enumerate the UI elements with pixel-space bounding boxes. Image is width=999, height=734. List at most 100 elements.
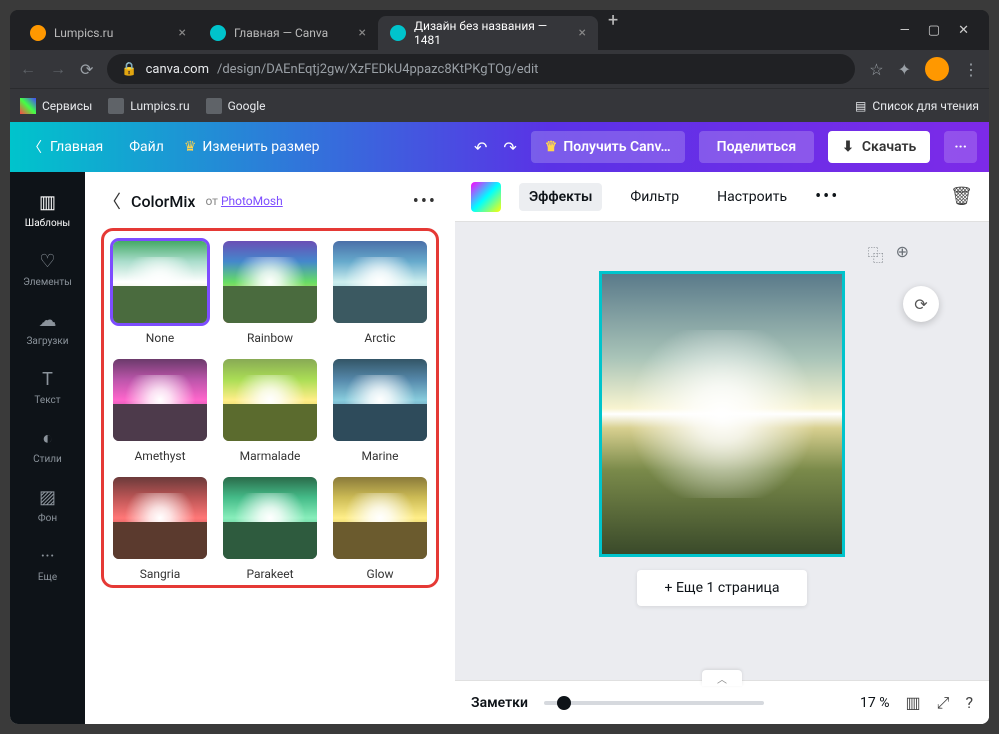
close-icon[interactable]: ×	[579, 25, 586, 41]
rail-label: Фон	[38, 513, 57, 524]
tab-title: Дизайн без названия — 1481	[414, 19, 571, 47]
fullscreen-icon[interactable]: ⤢	[937, 693, 950, 713]
canvas-stage[interactable]: ⿻ ⊕ ⟳ + Еще 1 страница	[455, 222, 989, 680]
crown-icon: ♛	[545, 139, 558, 155]
side-rail: ▥Шаблоны♡Элементы☁ЗагрузкиTТекст ◐ Стили ▨Ф…	[10, 172, 85, 724]
zoom-slider[interactable]	[544, 701, 844, 705]
notes-button[interactable]: Заметки	[471, 695, 528, 711]
effect-thumbnail	[113, 359, 207, 441]
favicon	[390, 25, 406, 41]
effect-parakeet[interactable]: Parakeet	[222, 477, 318, 581]
browser-tab-active[interactable]: Дизайн без названия — 1481 ×	[378, 16, 598, 50]
bookmark-google[interactable]: Google	[206, 98, 266, 114]
extensions-icon[interactable]: ✦	[898, 60, 911, 79]
effect-marmalade[interactable]: Marmalade	[222, 359, 318, 463]
trash-icon[interactable]: 🗑	[950, 186, 973, 207]
effect-marine[interactable]: Marine	[332, 359, 428, 463]
filter-tab[interactable]: Фильтр	[620, 183, 689, 211]
effect-label: None	[146, 331, 174, 345]
duplicate-page-icon[interactable]: ⿻	[868, 242, 884, 266]
resize-button[interactable]: ♛Изменить размер	[184, 139, 320, 155]
add-page-button[interactable]: + Еще 1 страница	[637, 570, 808, 606]
chevron-left-icon: 〈	[28, 137, 42, 157]
effect-sangria[interactable]: Sangria	[112, 477, 208, 581]
rail-item-элементы[interactable]: ♡Элементы	[10, 239, 85, 298]
effect-label: Marine	[362, 449, 399, 463]
panel-back-button[interactable]: 〈	[103, 188, 121, 214]
address-bar[interactable]: 🔒 canva.com/design/DAEnEqtj2gw/XzFEDkU4p…	[107, 54, 855, 84]
new-tab-button[interactable]: +	[598, 10, 628, 50]
forward-icon[interactable]: →	[50, 59, 66, 79]
canvas-footer: Заметки 17 % ▥ ⤢ ?	[455, 680, 989, 724]
help-icon[interactable]: ?	[965, 693, 973, 712]
rail-label: Шаблоны	[25, 218, 70, 229]
effect-label: Sangria	[140, 567, 181, 581]
rail-label: Загрузки	[26, 336, 68, 347]
rotate-button[interactable]: ⟳	[903, 286, 939, 322]
canvas-toolbar: Эффекты Фильтр Настроить ••• 🗑	[455, 172, 989, 222]
close-icon[interactable]: ×	[179, 25, 186, 41]
maximize-icon[interactable]: ▢	[928, 23, 940, 38]
grid-view-icon[interactable]: ▥	[906, 693, 921, 712]
bookmark-services[interactable]: Сервисы	[20, 98, 92, 114]
add-page-icon[interactable]: ⊕	[896, 242, 909, 266]
effect-thumbnail	[333, 359, 427, 441]
rail-item-фон[interactable]: ▨Фон	[10, 475, 85, 534]
apps-icon	[20, 98, 36, 114]
close-icon[interactable]: ✕	[958, 23, 969, 38]
undo-icon[interactable]: ↶	[474, 138, 487, 157]
zoom-percent[interactable]: 17 %	[860, 695, 889, 711]
effect-thumbnail	[113, 477, 207, 559]
redo-icon[interactable]: ↷	[503, 138, 516, 157]
reading-list-button[interactable]: ▤Список для чтения	[855, 99, 979, 113]
rail-label: Стили	[33, 454, 62, 465]
rail-item-стили[interactable]: ◐ Стили	[10, 416, 85, 475]
design-page[interactable]	[602, 274, 842, 554]
effects-highlight: None Rainbow Arctic Amethyst Marmalade M…	[101, 228, 439, 588]
adjust-tab[interactable]: Настроить	[707, 183, 797, 211]
effect-none[interactable]: None	[112, 241, 208, 345]
browser-tab[interactable]: Главная — Canva ×	[198, 16, 378, 50]
get-canva-button[interactable]: ♛Получить Canv…	[531, 131, 685, 163]
rail-icon: ···	[36, 544, 60, 568]
tab-title: Lumpics.ru	[54, 26, 113, 40]
toolbar-more-button[interactable]: •••	[815, 186, 839, 207]
browser-tab[interactable]: Lumpics.ru ×	[18, 16, 198, 50]
rail-icon: ◐	[36, 426, 60, 450]
bookmark-lumpics[interactable]: Lumpics.ru	[108, 98, 189, 114]
effect-glow[interactable]: Glow	[332, 477, 428, 581]
folder-icon	[206, 98, 222, 114]
menu-icon[interactable]: ⋮	[963, 60, 979, 79]
download-button[interactable]: ⬇Скачать	[828, 131, 930, 163]
rail-item-текст[interactable]: TТекст	[10, 357, 85, 416]
effect-arctic[interactable]: Arctic	[332, 241, 428, 345]
home-button[interactable]: 〈Главная	[22, 137, 109, 157]
reload-icon[interactable]: ⟳	[80, 60, 93, 79]
photomosh-link[interactable]: PhotoMosh	[221, 194, 283, 208]
effect-rainbow[interactable]: Rainbow	[222, 241, 318, 345]
minimize-icon[interactable]: —	[900, 23, 910, 38]
rail-item-еще[interactable]: ···Еще	[10, 534, 85, 593]
rail-icon: ♡	[36, 249, 60, 273]
share-button[interactable]: Поделиться	[699, 131, 814, 163]
profile-avatar[interactable]	[925, 57, 949, 81]
close-icon[interactable]: ×	[359, 25, 366, 41]
bookmarks-bar: Сервисы Lumpics.ru Google ▤Список для чт…	[10, 88, 989, 122]
rail-item-шаблоны[interactable]: ▥Шаблоны	[10, 180, 85, 239]
collapse-footer-button[interactable]: ︿	[702, 670, 742, 686]
folder-icon	[108, 98, 124, 114]
back-icon[interactable]: ←	[20, 59, 36, 79]
tab-title: Главная — Canva	[234, 26, 328, 40]
effect-label: Parakeet	[246, 567, 293, 581]
file-menu[interactable]: Файл	[123, 131, 170, 163]
panel-more-button[interactable]: •••	[413, 191, 437, 212]
effect-label: Glow	[367, 567, 394, 581]
effect-amethyst[interactable]: Amethyst	[112, 359, 208, 463]
color-swatch[interactable]	[471, 182, 501, 212]
effects-tab[interactable]: Эффекты	[519, 183, 602, 211]
star-icon[interactable]: ☆	[869, 60, 883, 79]
download-icon: ⬇	[842, 139, 854, 155]
rail-item-загрузки[interactable]: ☁Загрузки	[10, 298, 85, 357]
rail-icon: T	[36, 367, 60, 391]
more-menu[interactable]: ···	[944, 131, 977, 163]
